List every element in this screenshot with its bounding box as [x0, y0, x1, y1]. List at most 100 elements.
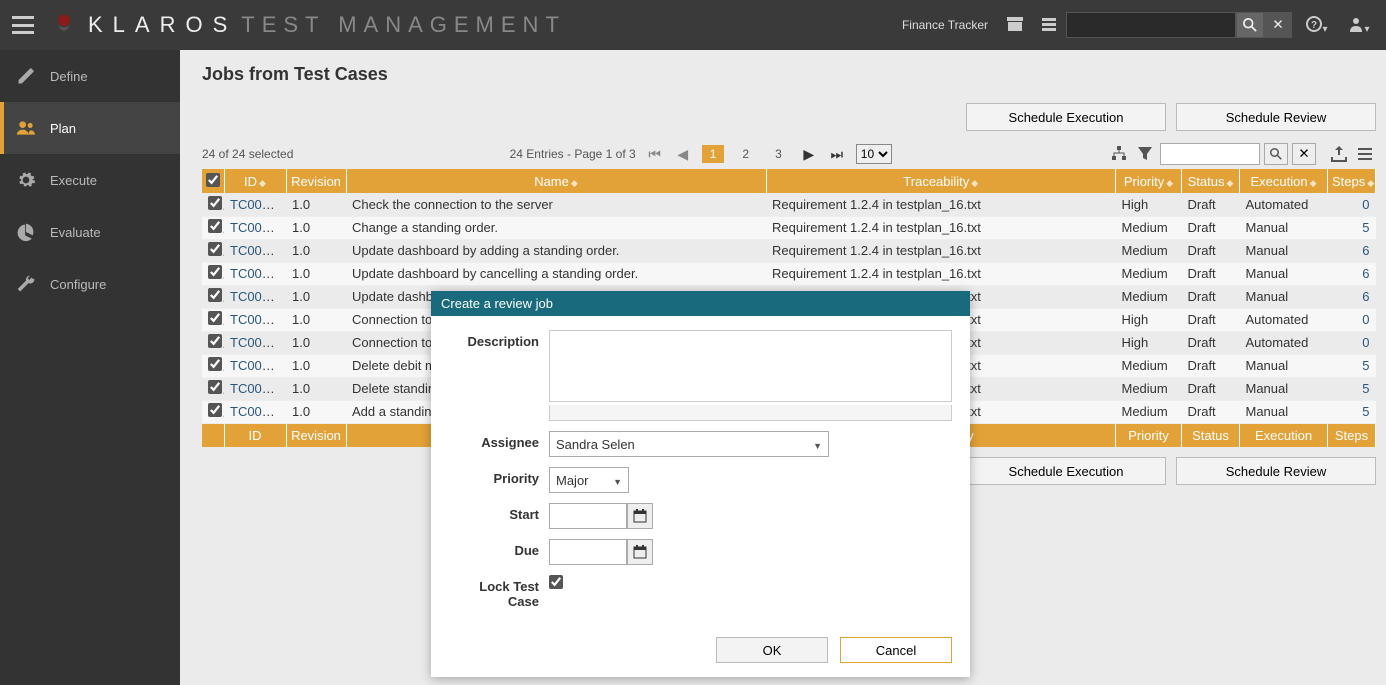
menu-icon[interactable] [1354, 143, 1376, 165]
prev-page-icon[interactable]: ◀ [674, 146, 692, 163]
testcase-id-link[interactable]: TC00015 [230, 404, 283, 419]
wrench-icon [16, 274, 36, 294]
hamburger-icon[interactable] [10, 12, 36, 38]
archive-icon[interactable] [1004, 17, 1026, 34]
sidebar-item-plan[interactable]: Plan [0, 102, 180, 154]
testcase-id-link[interactable]: TC00020 [230, 289, 283, 304]
start-date-picker-button[interactable] [627, 503, 653, 529]
col-revision[interactable]: Revision [286, 169, 346, 193]
sidebar-label: Configure [50, 277, 106, 292]
revision-cell: 1.0 [286, 400, 346, 423]
row-checkbox[interactable] [208, 334, 222, 348]
sidebar-item-execute[interactable]: Execute [0, 154, 180, 206]
col-id[interactable]: ID◆ [224, 169, 286, 193]
priority-value: Major [556, 473, 589, 488]
export-icon[interactable] [1328, 143, 1350, 165]
steps-link[interactable]: 0 [1334, 197, 1370, 212]
due-date-picker-button[interactable] [627, 539, 653, 565]
select-all-checkbox[interactable] [206, 173, 220, 187]
row-checkbox[interactable] [208, 242, 222, 256]
list-icon[interactable] [1038, 17, 1060, 34]
description-label: Description [449, 330, 549, 349]
revision-cell: 1.0 [286, 308, 346, 331]
table-search-input[interactable] [1160, 143, 1260, 165]
row-checkbox[interactable] [208, 219, 222, 233]
table-header-row: ID◆ Revision Name◆ Traceability◆ Priorit… [202, 169, 1376, 193]
steps-link[interactable]: 5 [1334, 358, 1370, 373]
steps-link[interactable]: 6 [1334, 243, 1370, 258]
steps-link[interactable]: 0 [1334, 335, 1370, 350]
row-checkbox[interactable] [208, 265, 222, 279]
steps-link[interactable]: 0 [1334, 312, 1370, 327]
col-name[interactable]: Name◆ [346, 169, 766, 193]
ok-button[interactable]: OK [716, 637, 828, 663]
schedule-review-button[interactable]: Schedule Review [1176, 103, 1376, 131]
create-review-job-dialog: Create a review job Description Assignee… [431, 291, 970, 677]
lock-testcase-checkbox[interactable] [549, 575, 563, 589]
steps-link[interactable]: 6 [1334, 289, 1370, 304]
name-cell: Update dashboard by cancelling a standin… [346, 262, 766, 285]
col-status[interactable]: Status◆ [1182, 169, 1240, 193]
priority-select[interactable]: Major [549, 467, 629, 493]
testcase-id-link[interactable]: TC00024 [230, 197, 283, 212]
next-page-icon[interactable]: ▶ [800, 146, 818, 163]
priority-cell: Medium [1116, 216, 1182, 239]
row-checkbox[interactable] [208, 380, 222, 394]
global-search-button[interactable] [1236, 12, 1264, 38]
row-checkbox[interactable] [208, 403, 222, 417]
sidebar-item-evaluate[interactable]: Evaluate [0, 206, 180, 258]
col-checkbox[interactable] [202, 169, 224, 193]
revision-cell: 1.0 [286, 377, 346, 400]
global-search-clear[interactable]: ✕ [1264, 12, 1292, 38]
row-checkbox[interactable] [208, 196, 222, 210]
page-2[interactable]: 2 [734, 145, 757, 163]
description-textarea[interactable] [549, 330, 952, 402]
table-search-clear[interactable]: ✕ [1292, 143, 1316, 165]
start-date-input[interactable] [549, 503, 627, 529]
col-execution[interactable]: Execution◆ [1240, 169, 1328, 193]
testcase-id-link[interactable]: TC00017 [230, 358, 283, 373]
revision-cell: 1.0 [286, 331, 346, 354]
row-checkbox[interactable] [208, 288, 222, 302]
steps-link[interactable]: 6 [1334, 266, 1370, 281]
page-3[interactable]: 3 [767, 145, 790, 163]
sidebar-item-configure[interactable]: Configure [0, 258, 180, 310]
col-priority[interactable]: Priority◆ [1116, 169, 1182, 193]
testcase-id-link[interactable]: TC00019 [230, 312, 283, 327]
status-cell: Draft [1182, 400, 1240, 423]
testcase-id-link[interactable]: TC00022 [230, 243, 283, 258]
help-icon[interactable]: ?▾ [1306, 16, 1328, 35]
row-checkbox[interactable] [208, 357, 222, 371]
first-page-icon[interactable]: ⏮ [646, 146, 664, 163]
last-page-icon[interactable]: ⏭ [828, 146, 846, 163]
user-menu-icon[interactable]: ▾ [1348, 16, 1370, 35]
testcase-id-link[interactable]: TC00016 [230, 381, 283, 396]
page-title: Jobs from Test Cases [202, 64, 1376, 85]
table-search-button[interactable] [1264, 143, 1288, 165]
steps-link[interactable]: 5 [1334, 404, 1370, 419]
testcase-id-link[interactable]: TC00018 [230, 335, 283, 350]
name-cell: Change a standing order. [346, 216, 766, 239]
schedule-execution-button-bottom[interactable]: Schedule Execution [966, 457, 1166, 485]
testcase-id-link[interactable]: TC00023 [230, 220, 283, 235]
row-checkbox[interactable] [208, 311, 222, 325]
steps-link[interactable]: 5 [1334, 220, 1370, 235]
global-search-input[interactable] [1066, 12, 1236, 38]
col-traceability[interactable]: Traceability◆ [766, 169, 1116, 193]
filter-icon[interactable] [1134, 143, 1156, 165]
col-steps[interactable]: Steps◆ [1328, 169, 1376, 193]
due-label: Due [449, 539, 549, 558]
execution-cell: Manual [1240, 354, 1328, 377]
revision-cell: 1.0 [286, 239, 346, 262]
page-size-select[interactable]: 10 [856, 144, 892, 164]
cancel-button[interactable]: Cancel [840, 637, 952, 663]
schedule-review-button-bottom[interactable]: Schedule Review [1176, 457, 1376, 485]
assignee-select[interactable]: Sandra Selen [549, 431, 829, 457]
steps-link[interactable]: 5 [1334, 381, 1370, 396]
due-date-input[interactable] [549, 539, 627, 565]
testcase-id-link[interactable]: TC00021 [230, 266, 283, 281]
schedule-execution-button[interactable]: Schedule Execution [966, 103, 1166, 131]
page-1[interactable]: 1 [702, 145, 725, 163]
hierarchy-icon[interactable] [1108, 143, 1130, 165]
sidebar-item-define[interactable]: Define [0, 50, 180, 102]
